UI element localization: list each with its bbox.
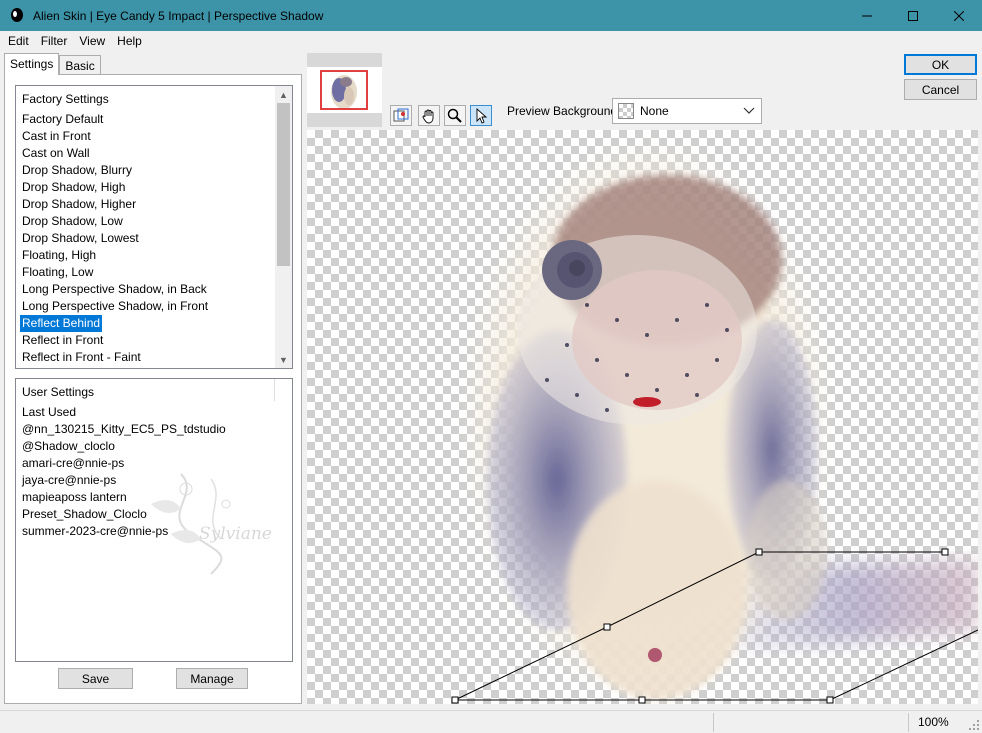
zoom-tool-button[interactable] xyxy=(444,105,466,126)
menu-bar: Edit Filter View Help xyxy=(0,31,982,51)
scroll-up-icon[interactable]: ▲ xyxy=(275,86,292,103)
factory-settings-list[interactable]: Factory Settings Factory Default Cast in … xyxy=(15,85,293,369)
ok-button[interactable]: OK xyxy=(904,54,977,75)
tab-basic[interactable]: Basic xyxy=(59,55,101,75)
resize-grip-icon[interactable] xyxy=(968,719,980,731)
watermark-logo: Sylviane xyxy=(141,464,291,584)
factory-settings-items: Factory Default Cast in Front Cast on Wall… xyxy=(20,111,210,366)
factory-list-item[interactable]: Floating, High xyxy=(20,247,210,264)
status-cell-divider xyxy=(713,713,714,732)
scroll-thumb[interactable] xyxy=(277,103,290,266)
factory-list-item[interactable]: Drop Shadow, Low xyxy=(20,213,210,230)
user-list-item[interactable]: Last Used xyxy=(20,404,228,421)
factory-list-item[interactable]: Reflect in Front xyxy=(20,332,210,349)
alien-skin-app-icon[interactable] xyxy=(9,7,25,24)
factory-list-item[interactable]: Drop Shadow, High xyxy=(20,179,210,196)
window-title: Alien Skin | Eye Candy 5 Impact | Perspe… xyxy=(33,8,324,23)
status-cell-divider xyxy=(908,713,909,732)
preview-background-select[interactable]: None xyxy=(612,98,762,124)
zoom-level: 100% xyxy=(918,715,949,729)
menu-filter[interactable]: Filter xyxy=(41,34,68,48)
factory-list-item[interactable]: Reflect Behind xyxy=(20,315,103,332)
factory-list-item[interactable]: Factory Default xyxy=(20,111,210,128)
cancel-button[interactable]: Cancel xyxy=(904,79,977,100)
scroll-down-icon[interactable]: ▼ xyxy=(275,351,292,368)
factory-settings-header: Factory Settings xyxy=(22,92,109,106)
factory-list-item[interactable]: Cast in Front xyxy=(20,128,210,145)
navigator-tool-button[interactable] xyxy=(390,105,412,126)
user-list-item[interactable]: @Shadow_cloclo xyxy=(20,438,228,455)
menu-help[interactable]: Help xyxy=(117,34,142,48)
user-list-item[interactable]: @nn_130215_Kitty_EC5_PS_tdstudio xyxy=(20,421,228,438)
minimize-icon xyxy=(862,15,872,16)
factory-list-item[interactable]: Drop Shadow, Blurry xyxy=(20,162,210,179)
factory-list-item[interactable]: Cast on Wall xyxy=(20,145,210,162)
factory-list-item[interactable]: Long Perspective Shadow, in Front xyxy=(20,298,210,315)
preview-image xyxy=(451,140,978,704)
factory-list-item[interactable]: Floating, Low xyxy=(20,264,210,281)
menu-edit[interactable]: Edit xyxy=(8,34,29,48)
none-swatch-icon xyxy=(618,103,634,119)
tab-settings[interactable]: Settings xyxy=(4,53,60,75)
navigator-thumbnail[interactable] xyxy=(307,53,382,127)
settings-tabs: Settings Basic xyxy=(4,53,101,75)
watermark-signature: Sylviane xyxy=(199,524,272,544)
settings-panel: Factory Settings Factory Default Cast in … xyxy=(4,74,302,704)
hand-tool-button[interactable] xyxy=(418,105,440,126)
save-button[interactable]: Save xyxy=(58,668,133,689)
navigator-viewport-box[interactable] xyxy=(320,70,368,110)
hand-icon xyxy=(422,109,434,123)
navigator-icon xyxy=(393,108,409,121)
maximize-button[interactable] xyxy=(890,0,936,31)
factory-list-item[interactable]: Long Perspective Shadow, in Back xyxy=(20,281,210,298)
user-settings-header: User Settings xyxy=(22,385,95,399)
factory-list-item[interactable]: Reflect in Front - Faint xyxy=(20,349,210,366)
arrow-tool-button[interactable] xyxy=(470,105,492,126)
user-settings-list[interactable]: User Settings Last Used @nn_130215_Kitty_… xyxy=(15,378,293,662)
status-bar: 100% xyxy=(0,710,982,733)
factory-settings-scrollbar[interactable]: ▲ ▼ xyxy=(275,86,292,368)
factory-list-item[interactable]: Drop Shadow, Higher xyxy=(20,196,210,213)
header-divider xyxy=(274,379,275,401)
thumbnail-image xyxy=(331,75,357,108)
chevron-down-icon xyxy=(743,107,755,114)
preview-canvas[interactable] xyxy=(307,130,978,704)
close-icon xyxy=(954,10,964,21)
arrow-icon xyxy=(476,107,488,124)
zoom-icon xyxy=(447,108,462,123)
close-button[interactable] xyxy=(936,0,982,31)
factory-list-item[interactable]: Drop Shadow, Lowest xyxy=(20,230,210,247)
menu-view[interactable]: View xyxy=(79,34,105,48)
preview-background-label: Preview Background: xyxy=(507,104,621,118)
manage-button[interactable]: Manage xyxy=(176,668,248,689)
preview-background-value: None xyxy=(640,104,669,118)
minimize-button[interactable] xyxy=(844,0,890,31)
title-bar: Alien Skin | Eye Candy 5 Impact | Perspe… xyxy=(0,0,982,31)
maximize-icon xyxy=(908,10,918,21)
